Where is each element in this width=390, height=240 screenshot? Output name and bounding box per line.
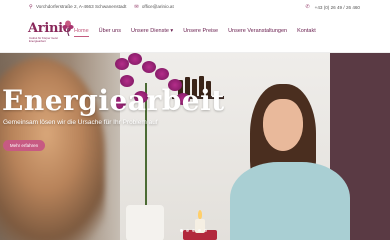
logo-tagline: Institut für Körper Geist Energiearbeit (29, 36, 58, 44)
nav-item-about[interactable]: Über uns (99, 28, 121, 37)
nav-item-prices[interactable]: Unsere Preise (183, 28, 218, 37)
nav-item-contact[interactable]: Kontakt (297, 28, 316, 37)
orchid-flower (115, 58, 129, 70)
hero-cta-button[interactable]: Mehr erfahren (3, 140, 45, 151)
email-link[interactable]: office@arinio.at (142, 4, 174, 9)
logo-flower-icon (62, 20, 74, 36)
nav-item-events[interactable]: Unsere Veranstaltungen (228, 28, 287, 37)
hero-title: Energiearbeit (2, 84, 225, 117)
slider-dot[interactable] (198, 229, 201, 232)
top-info-bar: ⚲ Vorchdorferstraße 2, A-4663 Schwanenst… (0, 0, 390, 13)
phone-link[interactable]: +43 (0) 26 49 / 26 460 (315, 5, 360, 10)
slider-dot[interactable] (192, 229, 195, 232)
site-logo[interactable]: Arinio Institut für Körper Geist Energie… (28, 19, 74, 47)
slider-dot[interactable] (186, 229, 189, 232)
nav-item-home[interactable]: Home (74, 28, 89, 37)
slider-pagination (180, 229, 207, 232)
address-item: ⚲ Vorchdorferstraße 2, A-4663 Schwanenst… (29, 4, 126, 10)
orchid-flower (142, 61, 156, 73)
map-pin-icon: ⚲ (29, 4, 33, 10)
slider-dot[interactable] (204, 229, 207, 232)
slider-dot[interactable] (180, 229, 183, 232)
address-text: Vorchdorferstraße 2, A-4663 Schwanenstad… (35, 4, 127, 9)
hero-subtitle: Gemeinsam lösen wir die Ursache für Ihr … (3, 119, 158, 126)
mail-icon: ✉ (134, 4, 139, 10)
orchid-flower (128, 53, 142, 65)
email-item[interactable]: ✉ office@arinio.at (134, 4, 173, 10)
site-header: Arinio Institut für Körper Geist Energie… (0, 13, 390, 53)
hero-person (230, 84, 350, 240)
phone-item[interactable]: ✆ +43 (0) 26 49 / 26 460 (305, 4, 360, 10)
nav-item-services[interactable]: Unsere Dienste ▾ (131, 28, 173, 37)
orchid-pot (126, 205, 164, 240)
candle-flame (198, 210, 202, 219)
person-face (263, 99, 303, 151)
phone-icon: ✆ (305, 4, 310, 10)
orchid-flower (155, 68, 169, 80)
main-navigation: Home Über uns Unsere Dienste ▾ Unsere Pr… (74, 28, 316, 37)
hero-slider: Energiearbeit Gemeinsam lösen wir die Ur… (0, 53, 390, 240)
person-body (230, 162, 350, 240)
